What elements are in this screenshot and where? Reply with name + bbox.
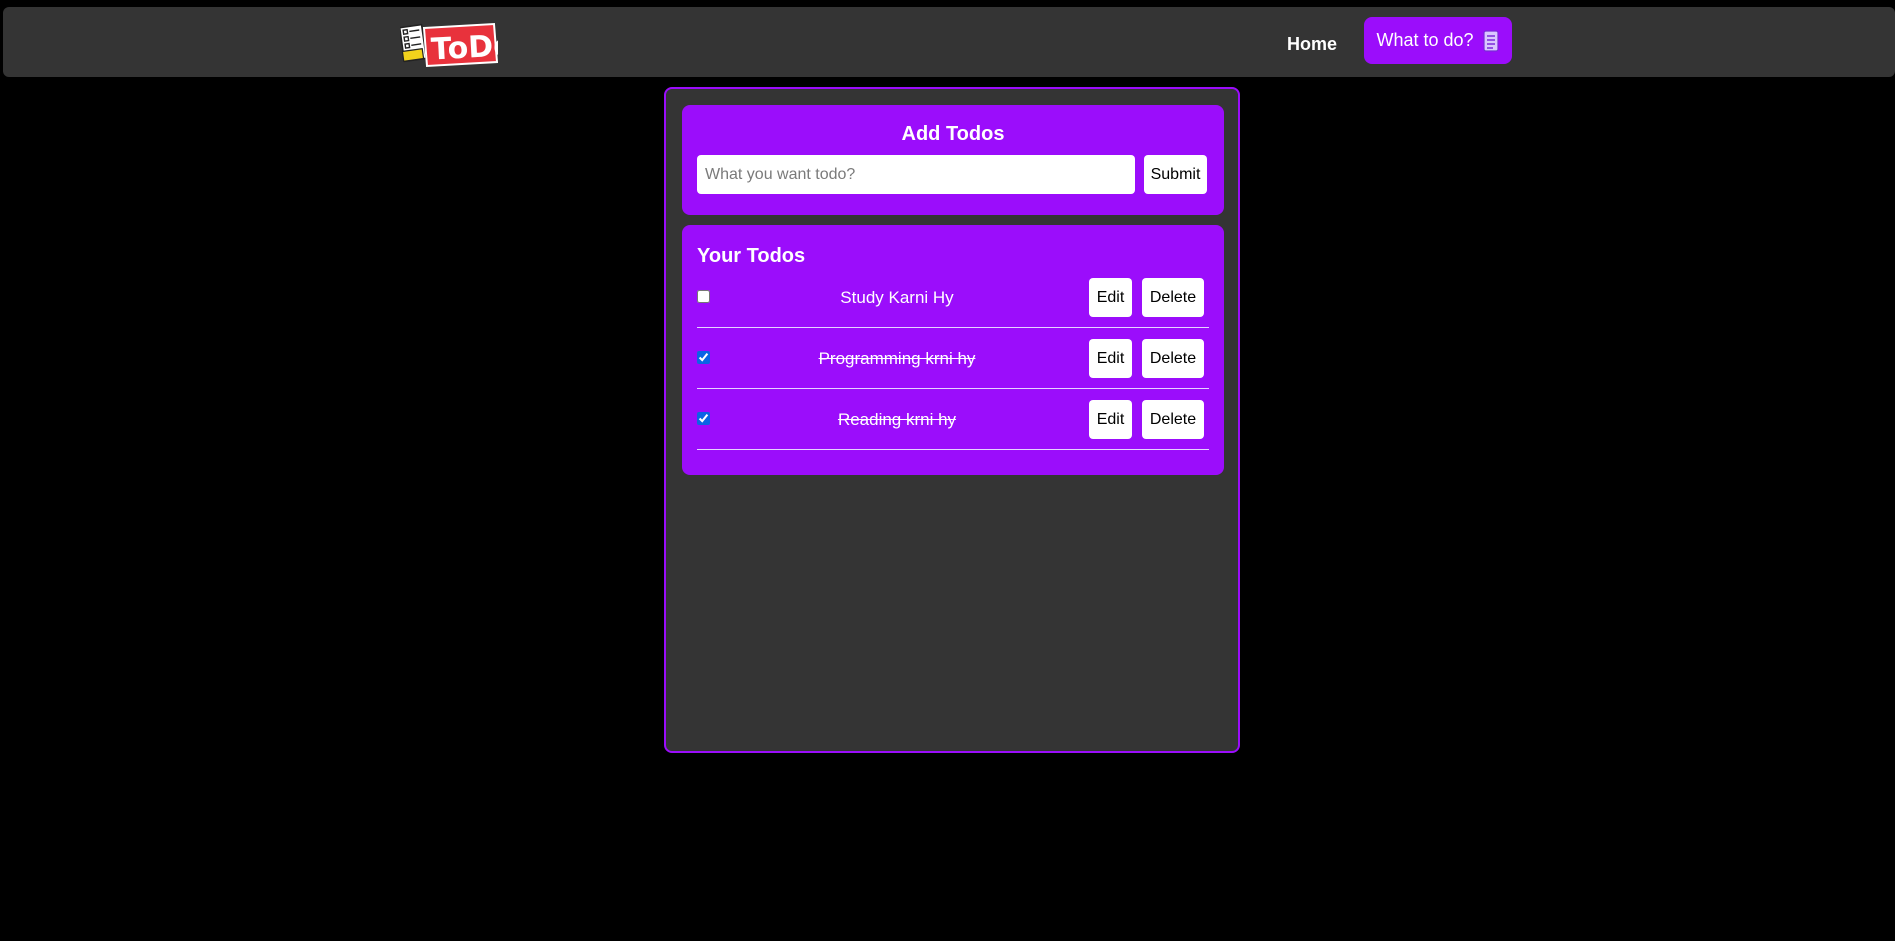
edit-button[interactable]: Edit	[1089, 400, 1132, 439]
delete-button[interactable]: Delete	[1142, 339, 1204, 378]
edit-button[interactable]: Edit	[1089, 339, 1132, 378]
todo-item: Study Karni Hy Edit Delete	[697, 267, 1209, 328]
delete-button[interactable]: Delete	[1142, 278, 1204, 317]
what-to-do-button[interactable]: What to do?	[1364, 17, 1512, 64]
nav-home-link[interactable]: Home	[1287, 29, 1337, 59]
todo-checkbox[interactable]	[697, 351, 710, 364]
navbar: ToDo Home What to do?	[3, 7, 1895, 77]
todo-input[interactable]	[697, 155, 1135, 194]
todo-text: Reading krni hy	[837, 410, 957, 429]
add-todo-card: Add Todos Submit	[682, 105, 1224, 215]
todo-item: Reading krni hy Edit Delete	[697, 389, 1209, 450]
todo-checkbox[interactable]	[697, 290, 710, 303]
todo-checkbox[interactable]	[697, 412, 710, 425]
your-todos-title: Your Todos	[697, 245, 806, 267]
what-to-do-label: What to do?	[1376, 30, 1474, 50]
todo-container: Add Todos Submit Your Todos Study Karni …	[664, 87, 1240, 753]
edit-button[interactable]: Edit	[1089, 278, 1132, 317]
todo-item: Programming krni hy Edit Delete	[697, 328, 1209, 389]
submit-button[interactable]: Submit	[1144, 155, 1207, 194]
logo-text: ToDo	[430, 28, 498, 67]
todo-text: Study Karni Hy	[840, 288, 954, 307]
your-todos-card: Your Todos Study Karni Hy Edit Delete Pr…	[682, 225, 1224, 475]
memo-icon	[1482, 29, 1499, 52]
add-todos-title: Add Todos	[901, 123, 1005, 145]
todo-logo[interactable]: ToDo	[400, 20, 498, 68]
delete-button[interactable]: Delete	[1142, 400, 1204, 439]
todo-text: Programming krni hy	[818, 349, 976, 368]
